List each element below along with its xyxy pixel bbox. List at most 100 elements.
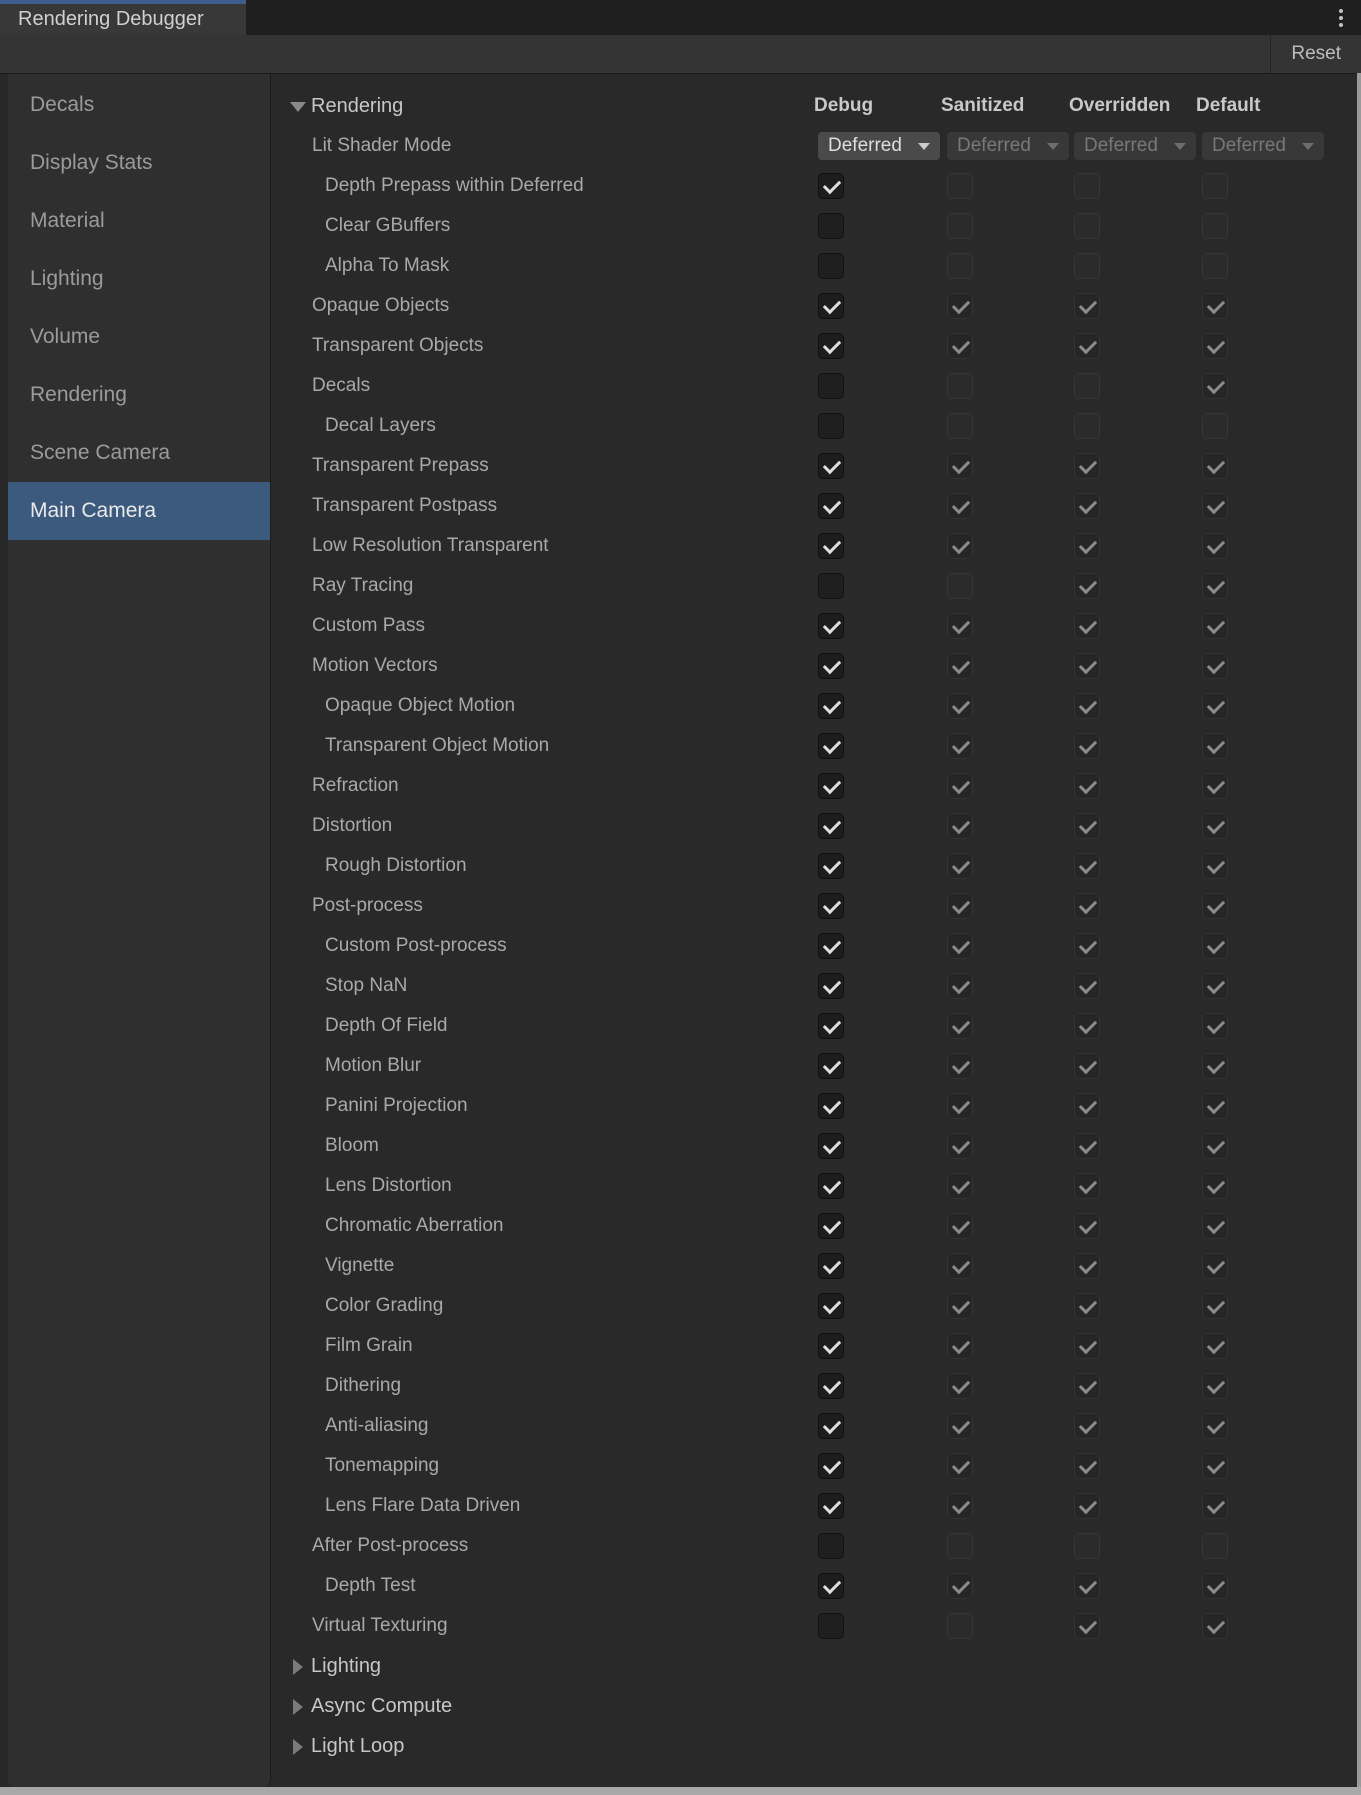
sidebar-item-main-camera[interactable]: Main Camera: [8, 482, 270, 540]
checkbox-tonemapping-default: [1202, 1453, 1228, 1479]
checkbox-post-process-debug[interactable]: [818, 893, 844, 919]
row-label: Depth Prepass within Deferred: [325, 166, 584, 206]
checkbox-anti-aliasing-sanitized: [947, 1413, 973, 1439]
checkbox-distortion-default: [1202, 813, 1228, 839]
checkbox-ray-tracing-debug[interactable]: [818, 573, 844, 599]
checkbox-depth-test-sanitized: [947, 1573, 973, 1599]
checkbox-alpha-to-mask-debug[interactable]: [818, 253, 844, 279]
row-label: Color Grading: [325, 1286, 443, 1326]
section-label: Light Loop: [311, 1726, 404, 1766]
sidebar-item-lighting[interactable]: Lighting: [8, 250, 270, 308]
row-label: Ray Tracing: [312, 566, 413, 606]
checkbox-low-resolution-transparent-debug[interactable]: [818, 533, 844, 559]
row-label: Transparent Prepass: [312, 446, 489, 486]
checkbox-decals-debug[interactable]: [818, 373, 844, 399]
toolbar: Reset: [0, 35, 1361, 73]
collapse-triangle-icon[interactable]: [290, 102, 306, 112]
checkbox-color-grading-debug[interactable]: [818, 1293, 844, 1319]
checkbox-stop-nan-default: [1202, 973, 1228, 999]
checkbox-depth-prepass-within-deferred-default: [1202, 173, 1228, 199]
checkbox-after-post-process-sanitized: [947, 1533, 973, 1559]
sidebar-item-label: Rendering: [30, 383, 127, 407]
sidebar-item-material[interactable]: Material: [8, 192, 270, 250]
tree-row-depth-test: Depth Test: [271, 1566, 1361, 1606]
checkbox-alpha-to-mask-default: [1202, 253, 1228, 279]
checkbox-virtual-texturing-sanitized: [947, 1613, 973, 1639]
tree-row-bloom: Bloom: [271, 1126, 1361, 1166]
sidebar-item-rendering[interactable]: Rendering: [8, 366, 270, 424]
dropdown-lit-shader-mode-debug[interactable]: Deferred: [818, 132, 940, 160]
checkbox-alpha-to-mask-overridden: [1074, 253, 1100, 279]
horizontal-scrollbar[interactable]: [0, 1787, 1361, 1795]
sidebar-item-label: Decals: [30, 93, 94, 117]
checkbox-bloom-overridden: [1074, 1133, 1100, 1159]
section-label: Async Compute: [311, 1686, 452, 1726]
checkbox-film-grain-default: [1202, 1333, 1228, 1359]
checkbox-chromatic-aberration-debug[interactable]: [818, 1213, 844, 1239]
checkbox-depth-prepass-within-deferred-debug[interactable]: [818, 173, 844, 199]
checkbox-opaque-objects-overridden: [1074, 293, 1100, 319]
checkbox-refraction-debug[interactable]: [818, 773, 844, 799]
reset-button[interactable]: Reset: [1270, 35, 1361, 73]
checkbox-transparent-objects-debug[interactable]: [818, 333, 844, 359]
checkbox-clear-gbuffers-debug[interactable]: [818, 213, 844, 239]
kebab-menu-icon[interactable]: [1321, 0, 1361, 35]
checkbox-color-grading-sanitized: [947, 1293, 973, 1319]
tree-row-virtual-texturing: Virtual Texturing: [271, 1606, 1361, 1646]
checkbox-chromatic-aberration-sanitized: [947, 1213, 973, 1239]
checkbox-transparent-postpass-debug[interactable]: [818, 493, 844, 519]
tab-rendering-debugger[interactable]: Rendering Debugger: [0, 0, 246, 35]
checkbox-post-process-overridden: [1074, 893, 1100, 919]
checkbox-anti-aliasing-debug[interactable]: [818, 1413, 844, 1439]
vertical-scrollbar[interactable]: [1357, 73, 1361, 1787]
checkbox-tonemapping-debug[interactable]: [818, 1453, 844, 1479]
checkbox-dithering-debug[interactable]: [818, 1373, 844, 1399]
checkbox-custom-pass-debug[interactable]: [818, 613, 844, 639]
expand-triangle-icon[interactable]: [293, 1659, 303, 1675]
row-label: Bloom: [325, 1126, 379, 1166]
checkbox-vignette-debug[interactable]: [818, 1253, 844, 1279]
checkbox-film-grain-debug[interactable]: [818, 1333, 844, 1359]
checkbox-transparent-object-motion-overridden: [1074, 733, 1100, 759]
checkbox-after-post-process-debug[interactable]: [818, 1533, 844, 1559]
checkbox-lens-distortion-debug[interactable]: [818, 1173, 844, 1199]
checkbox-color-grading-overridden: [1074, 1293, 1100, 1319]
checkbox-tonemapping-sanitized: [947, 1453, 973, 1479]
checkbox-stop-nan-debug[interactable]: [818, 973, 844, 999]
checkbox-rough-distortion-debug[interactable]: [818, 853, 844, 879]
tree-row-transparent-postpass: Transparent Postpass: [271, 486, 1361, 526]
sidebar-item-scene-camera[interactable]: Scene Camera: [8, 424, 270, 482]
checkbox-lens-flare-data-driven-debug[interactable]: [818, 1493, 844, 1519]
checkbox-transparent-prepass-debug[interactable]: [818, 453, 844, 479]
expand-triangle-icon[interactable]: [293, 1739, 303, 1755]
checkbox-custom-post-process-debug[interactable]: [818, 933, 844, 959]
checkbox-motion-vectors-debug[interactable]: [818, 653, 844, 679]
tree-row-rendering: Rendering: [271, 86, 1361, 126]
checkbox-bloom-debug[interactable]: [818, 1133, 844, 1159]
sidebar-item-volume[interactable]: Volume: [8, 308, 270, 366]
checkbox-opaque-object-motion-debug[interactable]: [818, 693, 844, 719]
expand-triangle-icon[interactable]: [293, 1699, 303, 1715]
checkbox-virtual-texturing-debug[interactable]: [818, 1613, 844, 1639]
checkbox-distortion-sanitized: [947, 813, 973, 839]
sidebar-item-display-stats[interactable]: Display Stats: [8, 134, 270, 192]
tree-row-chromatic-aberration: Chromatic Aberration: [271, 1206, 1361, 1246]
row-label: Lens Flare Data Driven: [325, 1486, 520, 1526]
checkbox-depth-of-field-debug[interactable]: [818, 1013, 844, 1039]
checkbox-transparent-object-motion-debug[interactable]: [818, 733, 844, 759]
checkbox-distortion-debug[interactable]: [818, 813, 844, 839]
checkbox-decal-layers-debug[interactable]: [818, 413, 844, 439]
row-label: Lens Distortion: [325, 1166, 452, 1206]
row-label: Panini Projection: [325, 1086, 468, 1126]
checkbox-depth-test-debug[interactable]: [818, 1573, 844, 1599]
sidebar-item-decals[interactable]: Decals: [8, 76, 270, 134]
row-label: Depth Test: [325, 1566, 415, 1606]
checkbox-clear-gbuffers-sanitized: [947, 213, 973, 239]
checkbox-opaque-objects-debug[interactable]: [818, 293, 844, 319]
checkbox-motion-blur-debug[interactable]: [818, 1053, 844, 1079]
checkbox-panini-projection-debug[interactable]: [818, 1093, 844, 1119]
checkbox-depth-of-field-sanitized: [947, 1013, 973, 1039]
checkbox-decals-overridden: [1074, 373, 1100, 399]
checkbox-stop-nan-sanitized: [947, 973, 973, 999]
row-label: Stop NaN: [325, 966, 407, 1006]
